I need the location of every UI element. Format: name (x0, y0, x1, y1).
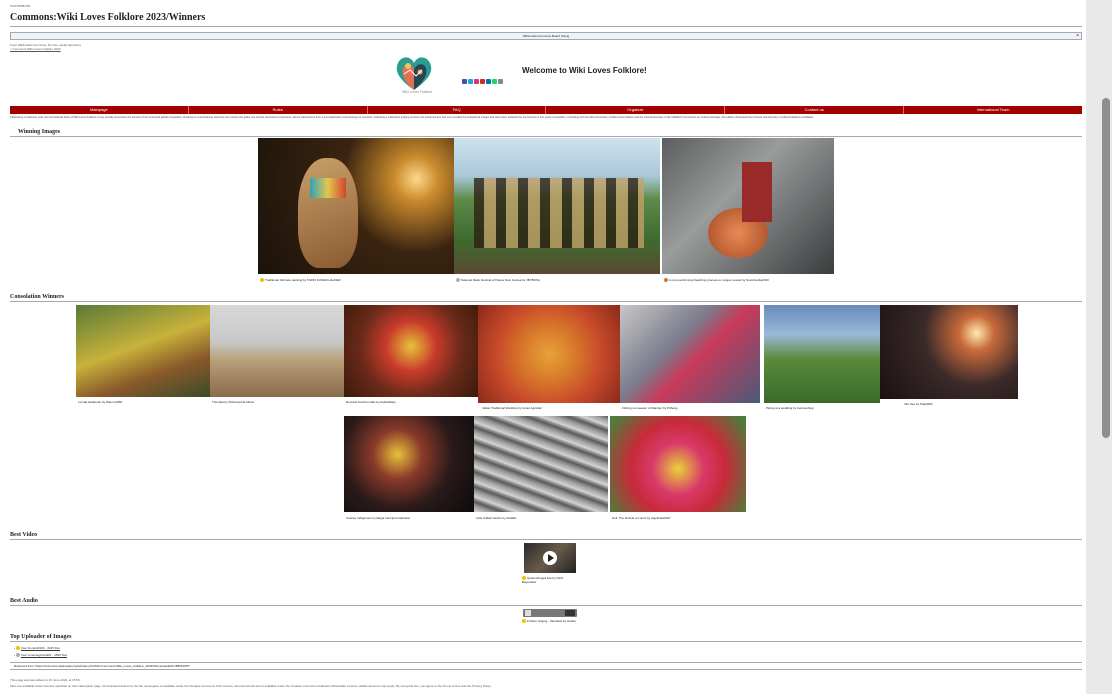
uploader-link[interactable]: User:Amardegbohali01 - 2890 files (21, 653, 67, 657)
retrieved-from[interactable]: Retrieved from "https://commons.wikimedi… (10, 662, 1082, 670)
nav-mainpage[interactable]: Mainpage (10, 106, 189, 114)
bronze-medal-icon (664, 278, 668, 283)
caption-text: National Mask Festival of Papua New Guin… (461, 278, 541, 282)
consolation-photo-2[interactable] (210, 305, 344, 397)
winning-caption-1: Traditional folk face painting by TARIO … (260, 278, 341, 283)
best-audio-player[interactable] (523, 609, 577, 617)
section-divider (10, 605, 1082, 606)
footer-license: Files are available under licenses speci… (10, 684, 492, 688)
consolation-caption-6: Piping at a wedding by rammeshwg (766, 406, 814, 410)
consolation-photo-8[interactable] (344, 416, 478, 512)
play-icon[interactable] (543, 551, 557, 565)
caption-text: Traditional folk face painting by TARIO … (265, 278, 341, 282)
title-divider (10, 26, 1082, 27)
consolation-caption-4: Indian Traditional Wedding by Aman Agrah… (482, 406, 542, 410)
site-notice-text: Wikimedia Commons Board Voting (522, 34, 570, 38)
consolation-caption-9: Little buffalo herder by Abdalih (476, 516, 517, 520)
logo-caption: Wiki Loves Folklore (402, 90, 433, 94)
best-video-player[interactable] (524, 543, 576, 573)
gold-medal-icon (15, 646, 20, 651)
nav-faq[interactable]: FAQ (368, 106, 547, 114)
winning-caption-3: A man performing bleaching process on co… (664, 278, 769, 283)
footer-last-edited: This page was last edited on 15 June 202… (10, 678, 81, 682)
consolation-photo-4[interactable] (478, 305, 620, 403)
silver-medal-icon (456, 278, 460, 283)
twitter-icon[interactable] (468, 79, 473, 84)
wiki-loves-folklore-logo[interactable] (392, 52, 436, 102)
scrollbar-thumb[interactable] (1102, 98, 1110, 438)
consolation-caption-1: Lumad baalaman by Wammy668 (78, 400, 122, 404)
nav-rules[interactable]: Rules (189, 106, 368, 114)
section-heading-uploader: Top Uploader of Images (10, 634, 72, 640)
section-heading-winning: Winning Images (18, 129, 61, 135)
winning-photo-3[interactable] (662, 138, 834, 274)
page-title: Commons:Wiki Loves Folklore 2023/Winners (10, 12, 206, 23)
uploader-link[interactable]: User:Dondat1960 - 3945 files (21, 646, 60, 650)
consolation-photo-5[interactable] (620, 305, 760, 403)
consolation-caption-5: Fishing net weaver of Manipur by Pdhang (622, 406, 678, 410)
consolation-caption-10: Holi: The festival of colors by AjayDutt… (612, 516, 671, 520)
silver-medal-icon (15, 653, 20, 658)
uploader-item-1: • User:Dondat1960 - 3945 files (14, 646, 60, 651)
section-divider (10, 641, 1082, 642)
linkedin-icon[interactable] (486, 79, 491, 84)
top-label: ICONTRIBUTE (10, 4, 31, 8)
whatsapp-icon[interactable] (492, 79, 497, 84)
audio-time-display (565, 610, 575, 616)
close-icon[interactable]: × (1076, 33, 1079, 39)
consolation-photo-7[interactable] (880, 305, 1018, 399)
caption-text: A man performing bleaching process on co… (669, 278, 769, 282)
consolation-photo-1[interactable] (76, 305, 210, 397)
back-link[interactable]: < Commons:Wiki Loves Folklore 2023 (10, 47, 61, 51)
consolation-photo-9[interactable] (474, 416, 608, 512)
section-heading-consolation: Consolation Winners (10, 294, 64, 300)
caption-text: Quad-stringed lute by IDriS Begondaw (522, 576, 564, 585)
mail-icon[interactable] (498, 79, 503, 84)
social-icons (462, 79, 503, 84)
consolation-photo-3[interactable] (344, 305, 478, 397)
section-divider (10, 301, 1082, 302)
consolation-photo-6[interactable] (764, 305, 880, 403)
site-notice: Wikimedia Commons Board Voting × (10, 32, 1082, 40)
audio-caption: Fruition singing - Mentawa by Hindia (522, 619, 580, 624)
section-divider (10, 539, 1082, 540)
winning-caption-2: National Mask Festival of Papua New Guin… (456, 278, 541, 283)
section-heading-video: Best Video (10, 532, 38, 538)
youtube-icon[interactable] (480, 79, 485, 84)
winning-photo-1[interactable] (258, 138, 456, 274)
consolation-caption-8: Celeste Indigenous by Edgar Hornipeti Ga… (346, 516, 410, 520)
nav-contact-us[interactable]: Contact us (725, 106, 905, 114)
nav-bar: Mainpage Rules FAQ Organize Contact us I… (10, 106, 1082, 114)
caption-text: Fruition singing - Mentawa by Hindia (527, 619, 576, 623)
section-divider (10, 136, 1082, 137)
uploader-item-2: • User:Amardegbohali01 - 2890 files (14, 653, 68, 658)
gold-medal-icon (522, 619, 526, 624)
consolation-caption-2: Thourika by Mohamed El Idrissi (212, 400, 255, 404)
consolation-photo-10[interactable] (610, 416, 746, 512)
page-content: ICONTRIBUTE Commons:Wiki Loves Folklore … (4, 2, 1082, 692)
gold-medal-icon (260, 278, 264, 283)
section-heading-audio: Best Audio (10, 598, 38, 604)
welcome-heading: Welcome to Wiki Loves Folklore! (522, 66, 647, 75)
play-icon[interactable] (525, 610, 531, 616)
nav-international-team[interactable]: International Team (904, 106, 1082, 114)
consolation-caption-7: Van Zee by Talayl004 (904, 402, 933, 406)
consolation-caption-3: Red and Gold for Hills by HellasWasy (346, 400, 396, 404)
instagram-icon[interactable] (474, 79, 479, 84)
intro-paragraph: Celebrating a milestone year, the Intern… (10, 116, 814, 119)
facebook-icon[interactable] (462, 79, 467, 84)
winning-photo-2[interactable] (454, 138, 660, 274)
video-caption: Quad-stringed lute by IDriS Begondaw (522, 576, 578, 584)
nav-organize[interactable]: Organize (546, 106, 726, 114)
